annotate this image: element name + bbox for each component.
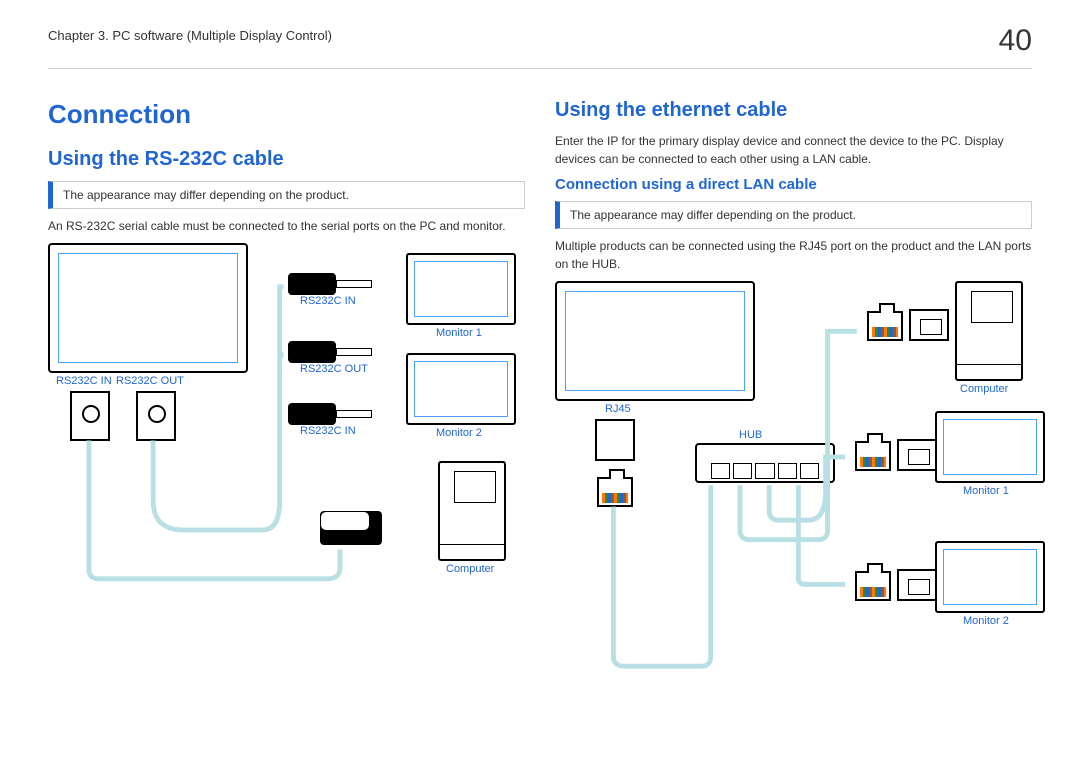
lan-port-icon [897, 569, 937, 601]
label-computer: Computer [446, 563, 494, 575]
monitor-front-icon [406, 353, 516, 425]
computer-tower-icon [438, 461, 506, 561]
page-number: 40 [999, 24, 1032, 58]
rj45-plug-icon [855, 441, 891, 471]
monitor-front-icon [406, 253, 516, 325]
label-monitor1: Monitor 1 [963, 485, 1009, 497]
jack-plug-icon [288, 341, 378, 363]
lan-port-icon [897, 439, 937, 471]
port-icon [595, 419, 635, 461]
hub-icon [695, 443, 835, 483]
left-column: Connection Using the RS-232C cable The a… [48, 99, 525, 701]
rj45-plug-icon [867, 311, 903, 341]
note-rs232c: The appearance may differ depending on t… [48, 181, 525, 209]
subsubheading-direct-lan: Connection using a direct LAN cable [555, 176, 1032, 193]
label-monitor1: Monitor 1 [436, 327, 482, 339]
port-icon [136, 391, 176, 441]
diagram-ethernet: RJ45 HUB Computer Monitor 1 Monitor 2 [555, 281, 1032, 701]
label-jack-rs232c-out: RS232C OUT [300, 363, 368, 375]
label-hub: HUB [739, 429, 762, 441]
label-jack-rs232c-in: RS232C IN [300, 295, 356, 307]
rj45-plug-icon [597, 477, 633, 507]
monitor-front-icon [935, 411, 1045, 483]
note-ethernet: The appearance may differ depending on t… [555, 201, 1032, 229]
monitor-front-icon [935, 541, 1045, 613]
port-icon [70, 391, 110, 441]
rj45-plug-icon [855, 571, 891, 601]
right-column: Using the ethernet cable Enter the IP fo… [555, 99, 1032, 701]
label-rj45: RJ45 [605, 403, 631, 415]
vga-plate-icon [320, 511, 370, 531]
body-ethernet-2: Multiple products can be connected using… [555, 237, 1032, 273]
monitor-back-icon [48, 243, 248, 373]
computer-tower-icon [955, 281, 1023, 381]
subheading-rs232c: Using the RS-232C cable [48, 148, 525, 171]
label-rs232c-in: RS232C IN [56, 375, 112, 387]
label-jack-rs232c-in-bottom: RS232C IN [300, 425, 356, 437]
body-rs232c: An RS-232C serial cable must be connecte… [48, 217, 525, 235]
section-title-connection: Connection [48, 99, 525, 130]
label-rs232c-out: RS232C OUT [116, 375, 184, 387]
diagram-rs232c: RS232C IN RS232C OUT RS232C IN RS232C OU… [48, 243, 525, 603]
label-monitor2: Monitor 2 [963, 615, 1009, 627]
label-computer: Computer [960, 383, 1008, 395]
body-ethernet-1: Enter the IP for the primary display dev… [555, 132, 1032, 168]
jack-plug-icon [288, 273, 378, 295]
monitor-back-icon [555, 281, 755, 401]
chapter-title: Chapter 3. PC software (Multiple Display… [48, 28, 332, 43]
lan-port-icon [909, 309, 949, 341]
jack-plug-icon [288, 403, 378, 425]
label-monitor2: Monitor 2 [436, 427, 482, 439]
subheading-ethernet: Using the ethernet cable [555, 99, 1032, 122]
